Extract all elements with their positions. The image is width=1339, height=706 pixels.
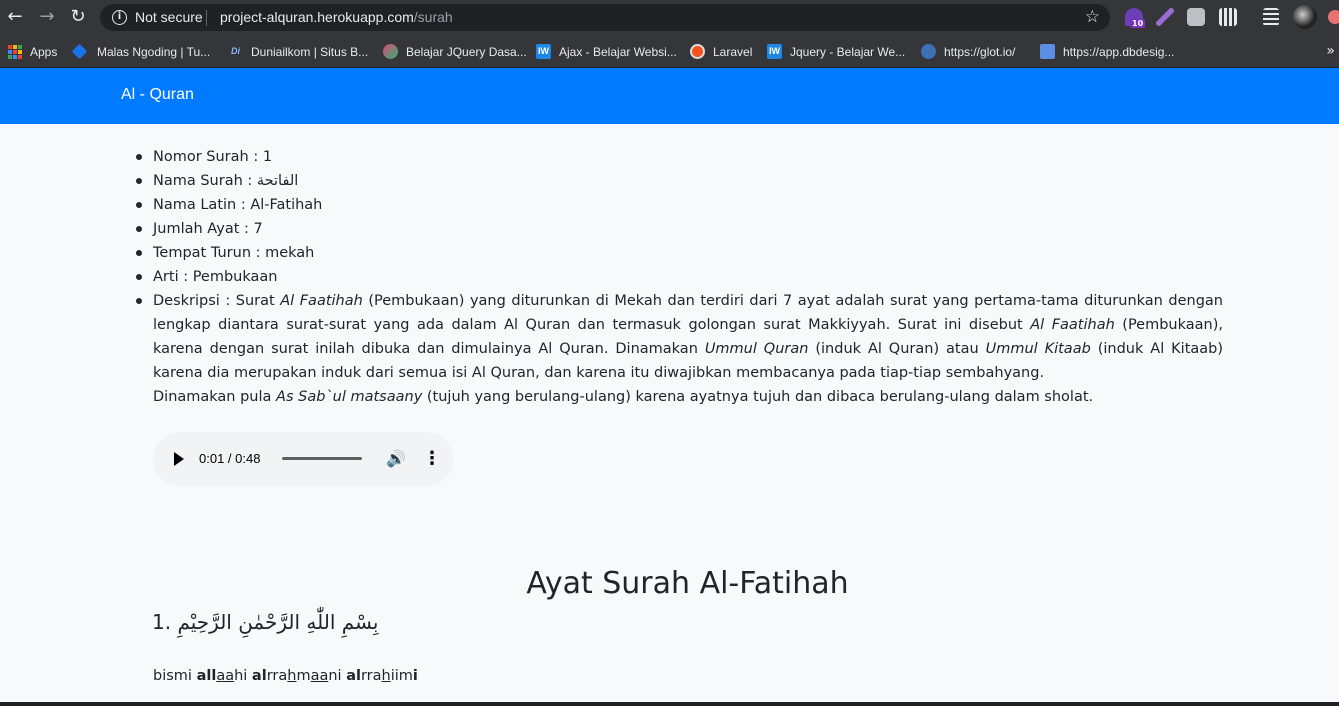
bookmark-duniailkom[interactable]: Di Duniailkom | Situs B...	[228, 43, 368, 60]
url-text[interactable]: project-alquran.herokuapp.com/surah	[220, 9, 453, 25]
bookmark-apps[interactable]: Apps	[8, 43, 57, 60]
browser-menu-icon[interactable]	[1328, 10, 1339, 24]
bookmark-jquery-belajar[interactable]: IW Jquery - Belajar We...	[767, 43, 905, 60]
surah-description: Deskripsi : Surat Al Faatihah (Pembukaan…	[136, 289, 1223, 409]
browser-toolbar: ← → ↻ i Not secure project-alquran.herok…	[0, 0, 1339, 35]
navbar-brand[interactable]: Al - Quran	[121, 86, 194, 104]
bookmark-laravel[interactable]: Laravel	[690, 43, 752, 60]
leaf-icon	[383, 44, 398, 59]
taskbar-edge	[0, 702, 1339, 706]
bookmark-ajax[interactable]: IW Ajax - Belajar Websi...	[536, 43, 677, 60]
bookmark-label: https://app.dbdesig...	[1063, 44, 1175, 59]
ayat-latin-text: bismi allaahi alrrahmaani alrrahiimi	[153, 668, 418, 684]
qr-code-extension-icon[interactable]	[1219, 8, 1237, 26]
surah-verse-count: Jumlah Ayat : 7	[136, 217, 1223, 241]
bookmark-label: Malas Ngoding | Tu...	[97, 44, 211, 59]
apps-grid-icon	[8, 44, 22, 59]
forward-arrow-icon[interactable]: →	[34, 5, 60, 29]
extension-badge: 10	[1130, 19, 1146, 28]
security-label[interactable]: Not secure	[135, 9, 203, 25]
bookmark-label: https://glot.io/	[944, 44, 1016, 59]
info-icon[interactable]: i	[112, 10, 127, 25]
iw-icon: IW	[536, 44, 551, 59]
address-divider	[206, 10, 207, 26]
bookmark-glot[interactable]: https://glot.io/	[921, 43, 1015, 60]
surah-name: Nama Surah : الفاتحة	[136, 169, 1223, 193]
code-icon	[71, 43, 88, 60]
profile-avatar[interactable]	[1293, 5, 1317, 29]
audio-player: 0:01 / 0:48 🔊 ⋮	[153, 432, 453, 486]
play-icon[interactable]	[174, 452, 184, 466]
bookmark-label: Ajax - Belajar Websi...	[559, 44, 677, 59]
reload-icon[interactable]: ↻	[65, 5, 91, 29]
audio-time: 0:01 / 0:48	[199, 451, 261, 466]
surah-number: Nomor Surah : 1	[136, 145, 1223, 169]
bookmark-belajar-jquery[interactable]: Belajar JQuery Dasa...	[383, 43, 527, 60]
ayat-section-title: Ayat Surah Al-Fatihah	[526, 566, 849, 601]
bookmark-label: Duniailkom | Situs B...	[251, 44, 369, 59]
back-arrow-icon[interactable]: ←	[2, 5, 28, 29]
bookmark-dbdesigner[interactable]: https://app.dbdesig...	[1040, 43, 1174, 60]
reading-list-icon[interactable]	[1263, 8, 1279, 26]
iw-icon: IW	[767, 44, 782, 59]
bookmark-star-icon[interactable]: ☆	[1085, 7, 1100, 27]
surah-latin-name: Nama Latin : Al-Fatihah	[136, 193, 1223, 217]
ayat-arabic-text: 1. بِسْمِ اللّٰهِ الرَّحْمٰنِ الرَّحِيْم…	[152, 610, 379, 634]
bookmark-malas-ngoding[interactable]: Malas Ngoding | Tu...	[71, 43, 211, 60]
surah-info-list: Nomor Surah : 1 Nama Surah : الفاتحة Nam…	[136, 145, 1223, 409]
surah-meaning: Arti : Pembukaan	[136, 265, 1223, 289]
laravel-icon	[690, 44, 705, 59]
bookmark-label: Belajar JQuery Dasa...	[406, 44, 527, 59]
site-navbar: Al - Quran	[0, 68, 1339, 124]
audio-seek-slider[interactable]	[282, 457, 362, 460]
feather-extension-icon[interactable]	[1156, 8, 1174, 26]
address-bar[interactable]: i Not secure project-alquran.herokuapp.c…	[100, 4, 1110, 31]
glot-icon	[921, 44, 936, 59]
db-icon	[1040, 44, 1055, 59]
di-icon: Di	[231, 46, 240, 56]
surah-revelation-place: Tempat Turun : mekah	[136, 241, 1223, 265]
camera-extension-icon[interactable]	[1187, 8, 1205, 26]
bookmark-label: Jquery - Belajar We...	[790, 44, 906, 59]
bookmark-label: Laravel	[713, 44, 753, 59]
bookmarks-overflow-icon[interactable]: »	[1326, 43, 1335, 59]
volume-icon[interactable]: 🔊	[386, 449, 406, 468]
bookmarks-bar: Apps Malas Ngoding | Tu... Di Duniailkom…	[0, 35, 1339, 68]
bookmark-label: Apps	[30, 44, 58, 59]
more-options-icon[interactable]: ⋮	[423, 448, 441, 469]
